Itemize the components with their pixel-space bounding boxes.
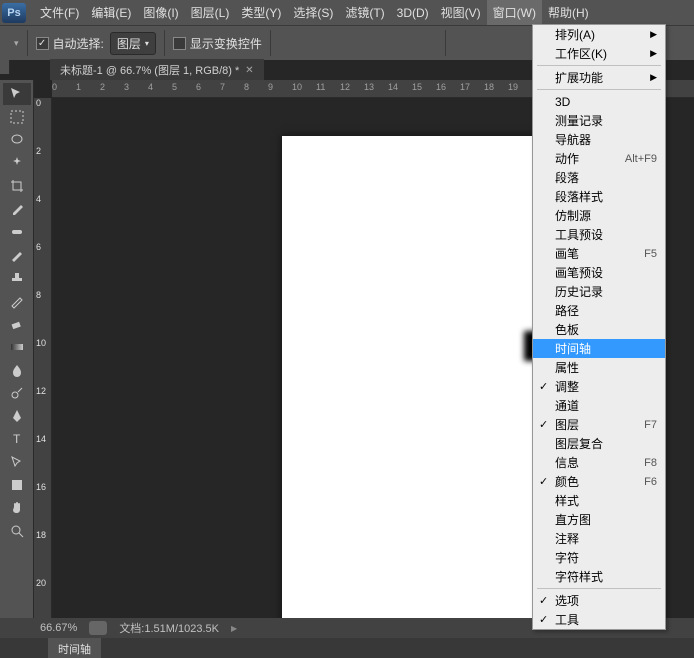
lasso-tool[interactable] — [3, 129, 31, 151]
ruler-vertical[interactable]: 02468101214161820 — [34, 98, 52, 618]
menu-item-信息[interactable]: 信息F8 — [533, 453, 665, 472]
menu-item-扩展功能[interactable]: 扩展功能▶ — [533, 68, 665, 87]
menu-item-字符[interactable]: 字符 — [533, 548, 665, 567]
status-icon[interactable] — [89, 621, 107, 635]
wand-tool[interactable] — [3, 152, 31, 174]
path-select-tool[interactable] — [3, 451, 31, 473]
menu-filter[interactable]: 滤镜(T) — [339, 0, 390, 25]
menu-select[interactable]: 选择(S) — [287, 0, 339, 25]
menu-file[interactable]: 文件(F) — [34, 0, 85, 25]
panel-tabbar: 时间轴 — [0, 638, 694, 658]
menu-item-颜色[interactable]: ✓颜色F6 — [533, 472, 665, 491]
menu-edit[interactable]: 编辑(E) — [85, 0, 137, 25]
menu-item-字符样式[interactable]: 字符样式 — [533, 567, 665, 586]
canvas[interactable] — [282, 136, 542, 618]
toolbox: T — [0, 80, 34, 618]
doc-info[interactable]: 文档:1.51M/1023.5K — [119, 620, 219, 636]
blur-tool[interactable] — [3, 359, 31, 381]
gradient-tool[interactable] — [3, 336, 31, 358]
ps-logo: Ps — [2, 3, 26, 23]
menu-item-段落样式[interactable]: 段落样式 — [533, 187, 665, 206]
align-btn[interactable] — [413, 32, 437, 54]
move-tool[interactable] — [3, 83, 31, 105]
menu-item-图层[interactable]: ✓图层F7 — [533, 415, 665, 434]
menu-item-图层复合[interactable]: 图层复合 — [533, 434, 665, 453]
type-tool[interactable]: T — [3, 428, 31, 450]
eyedropper-tool[interactable] — [3, 198, 31, 220]
menubar: Ps 文件(F) 编辑(E) 图像(I) 图层(L) 类型(Y) 选择(S) 滤… — [0, 0, 694, 25]
menu-item-时间轴[interactable]: 时间轴 — [533, 339, 665, 358]
menu-item-路径[interactable]: 路径 — [533, 301, 665, 320]
menu-item-历史记录[interactable]: 历史记录 — [533, 282, 665, 301]
menu-type[interactable]: 类型(Y) — [235, 0, 287, 25]
menu-item-注释[interactable]: 注释 — [533, 529, 665, 548]
menu-item-工作区(K)[interactable]: 工作区(K)▶ — [533, 44, 665, 63]
stamp-tool[interactable] — [3, 267, 31, 289]
menu-item-导航器[interactable]: 导航器 — [533, 130, 665, 149]
distribute-btn[interactable] — [454, 32, 478, 54]
menu-item-工具预设[interactable]: 工具预设 — [533, 225, 665, 244]
dodge-tool[interactable] — [3, 382, 31, 404]
zoom-level[interactable]: 66.67% — [40, 622, 77, 634]
menu-help[interactable]: 帮助(H) — [542, 0, 595, 25]
menu-layer[interactable]: 图层(L) — [185, 0, 236, 25]
window-menu-dropdown: 排列(A)▶工作区(K)▶ 扩展功能▶ 3D测量记录导航器动作Alt+F9段落段落样… — [532, 24, 666, 630]
crop-tool[interactable] — [3, 175, 31, 197]
menu-item-调整[interactable]: ✓调整 — [533, 377, 665, 396]
align-btn[interactable] — [387, 32, 411, 54]
align-btn[interactable] — [279, 32, 303, 54]
close-icon[interactable]: ✕ — [245, 65, 253, 76]
document-tab[interactable]: 未标题-1 @ 66.7% (图层 1, RGB/8) * ✕ — [50, 59, 264, 81]
menu-item-画笔预设[interactable]: 画笔预设 — [533, 263, 665, 282]
align-btn[interactable] — [361, 32, 385, 54]
show-transform-label: 显示变换控件 — [190, 35, 262, 52]
eraser-tool[interactable] — [3, 313, 31, 335]
layer-select-dropdown[interactable]: 图层 ▾ — [110, 32, 156, 55]
menu-item-样式[interactable]: 样式 — [533, 491, 665, 510]
menu-item-仿制源[interactable]: 仿制源 — [533, 206, 665, 225]
hand-tool[interactable] — [3, 497, 31, 519]
zoom-tool[interactable] — [3, 520, 31, 542]
align-btn[interactable] — [305, 32, 329, 54]
pen-tool[interactable] — [3, 405, 31, 427]
menu-item-通道[interactable]: 通道 — [533, 396, 665, 415]
document-tab-title: 未标题-1 @ 66.7% (图层 1, RGB/8) * — [60, 62, 239, 78]
menu-item-属性[interactable]: 属性 — [533, 358, 665, 377]
menu-item-测量记录[interactable]: 测量记录 — [533, 111, 665, 130]
menu-item-直方图[interactable]: 直方图 — [533, 510, 665, 529]
shape-tool[interactable] — [3, 474, 31, 496]
brush-tool[interactable] — [3, 244, 31, 266]
menu-item-动作[interactable]: 动作Alt+F9 — [533, 149, 665, 168]
timeline-panel-tab[interactable]: 时间轴 — [48, 638, 101, 658]
menu-item-排列(A)[interactable]: 排列(A)▶ — [533, 25, 665, 44]
menu-item-3D[interactable]: 3D — [533, 92, 665, 111]
menu-view[interactable]: 视图(V) — [435, 0, 487, 25]
show-transform-checkbox[interactable]: 显示变换控件 — [173, 35, 262, 52]
menu-image[interactable]: 图像(I) — [137, 0, 184, 25]
marquee-tool[interactable] — [3, 106, 31, 128]
history-brush-tool[interactable] — [3, 290, 31, 312]
menu-window[interactable]: 窗口(W) — [487, 0, 542, 25]
menu-3d[interactable]: 3D(D) — [391, 2, 435, 24]
auto-select-checkbox[interactable]: ✓ 自动选择: — [36, 35, 104, 52]
auto-select-label: 自动选择: — [53, 35, 104, 52]
heal-tool[interactable] — [3, 221, 31, 243]
menu-item-工具[interactable]: ✓工具 — [533, 610, 665, 629]
menu-item-段落[interactable]: 段落 — [533, 168, 665, 187]
menu-item-色板[interactable]: 色板 — [533, 320, 665, 339]
menu-item-画笔[interactable]: 画笔F5 — [533, 244, 665, 263]
menu-item-选项[interactable]: ✓选项 — [533, 591, 665, 610]
svg-text:T: T — [13, 432, 21, 446]
align-btn[interactable] — [331, 32, 355, 54]
